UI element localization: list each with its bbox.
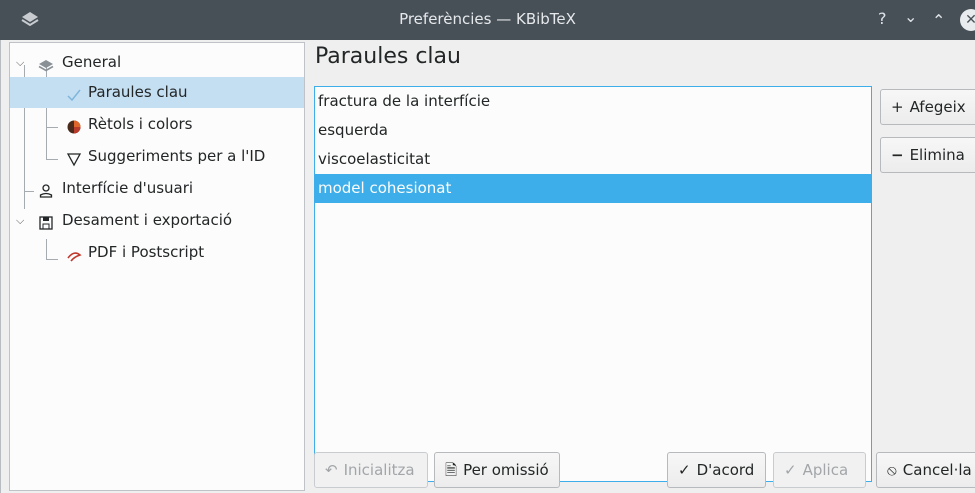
preferences-tree[interactable]: ⌵ General Paraules clau Rètols i colors … (9, 42, 305, 491)
filter-icon (66, 148, 82, 167)
color-palette-icon (66, 116, 82, 134)
checkmark-icon (66, 84, 82, 102)
pdf-icon (66, 244, 82, 262)
tree-item-saving-export[interactable]: ⌵ Desament i exportació (10, 205, 304, 236)
user-icon (38, 180, 54, 198)
checkmark-icon: ✓ (678, 461, 691, 479)
tree-item-user-interface[interactable]: Interfície d'usuari (10, 173, 304, 204)
window-title: Preferències — KBibTeX (399, 10, 576, 28)
list-item[interactable]: viscoelasticitat (315, 145, 871, 174)
tree-item-label: Rètols i colors (88, 115, 193, 133)
minimize-button[interactable]: ⌄ (904, 6, 917, 28)
help-button[interactable]: ? (878, 8, 887, 30)
page-title: Paraules clau (315, 44, 461, 69)
general-settings-icon (38, 54, 54, 72)
list-item-selected[interactable]: model cohesionat (315, 174, 871, 203)
add-button-label: Afegeix (909, 98, 966, 116)
reset-button-label: Inicialitza (343, 461, 415, 479)
save-icon (38, 212, 54, 230)
tree-item-labels-colors[interactable]: Rètols i colors (10, 109, 304, 140)
ok-button-label: D'acord (696, 461, 755, 479)
list-item[interactable]: fractura de la interfície (315, 87, 871, 116)
chevron-down-icon[interactable]: ⌵ (16, 47, 24, 78)
tree-item-keywords[interactable]: Paraules clau (10, 77, 304, 108)
tree-item-general[interactable]: ⌵ General (10, 47, 304, 78)
cancel-icon: ⦸ (887, 461, 897, 479)
defaults-button[interactable]: 🗎 Per omissió (434, 452, 560, 488)
maximize-button[interactable]: ⌃ (932, 10, 945, 32)
preferences-window: ⌵ General Paraules clau Rètols i colors … (0, 40, 975, 493)
reset-button[interactable]: ↶ Inicialitza (314, 452, 428, 488)
tree-item-label: Paraules clau (88, 83, 188, 101)
undo-icon: ↶ (325, 461, 338, 479)
document-defaults-icon: 🗎 (445, 461, 458, 479)
tree-item-pdf-postscript[interactable]: PDF i Postscript (10, 237, 304, 268)
tree-item-label: Suggeriments per a l'ID (88, 147, 266, 165)
remove-keyword-button[interactable]: − Elimina (880, 137, 975, 173)
tree-item-label: General (62, 53, 122, 71)
tree-item-label: Interfície d'usuari (62, 179, 194, 197)
apply-button-label: Aplica (802, 461, 849, 479)
tree-item-label: Desament i exportació (62, 211, 233, 229)
close-button[interactable]: ✕ (960, 9, 975, 31)
apply-button[interactable]: ✓ Aplica (773, 452, 866, 488)
title-bar[interactable]: Preferències — KBibTeX ? ⌄ ⌃ ✕ (0, 0, 975, 40)
ok-button[interactable]: ✓ D'acord (667, 452, 766, 488)
minus-icon: − (891, 146, 904, 164)
cancel-button-label: Cancel·la (902, 461, 972, 479)
chevron-down-icon[interactable]: ⌵ (16, 205, 24, 236)
defaults-button-label: Per omissió (463, 461, 549, 479)
add-keyword-button[interactable]: + Afegeix (880, 89, 975, 125)
cancel-button[interactable]: ⦸ Cancel·la (876, 452, 975, 488)
keywords-list[interactable]: fractura de la interfície esquerda visco… (314, 86, 872, 482)
remove-button-label: Elimina (909, 146, 965, 164)
plus-icon: + (891, 98, 904, 116)
list-item[interactable]: esquerda (315, 116, 871, 145)
tree-item-label: PDF i Postscript (88, 243, 205, 261)
checkmark-icon: ✓ (784, 461, 797, 479)
tree-item-id-suggestions[interactable]: Suggeriments per a l'ID (10, 141, 304, 172)
